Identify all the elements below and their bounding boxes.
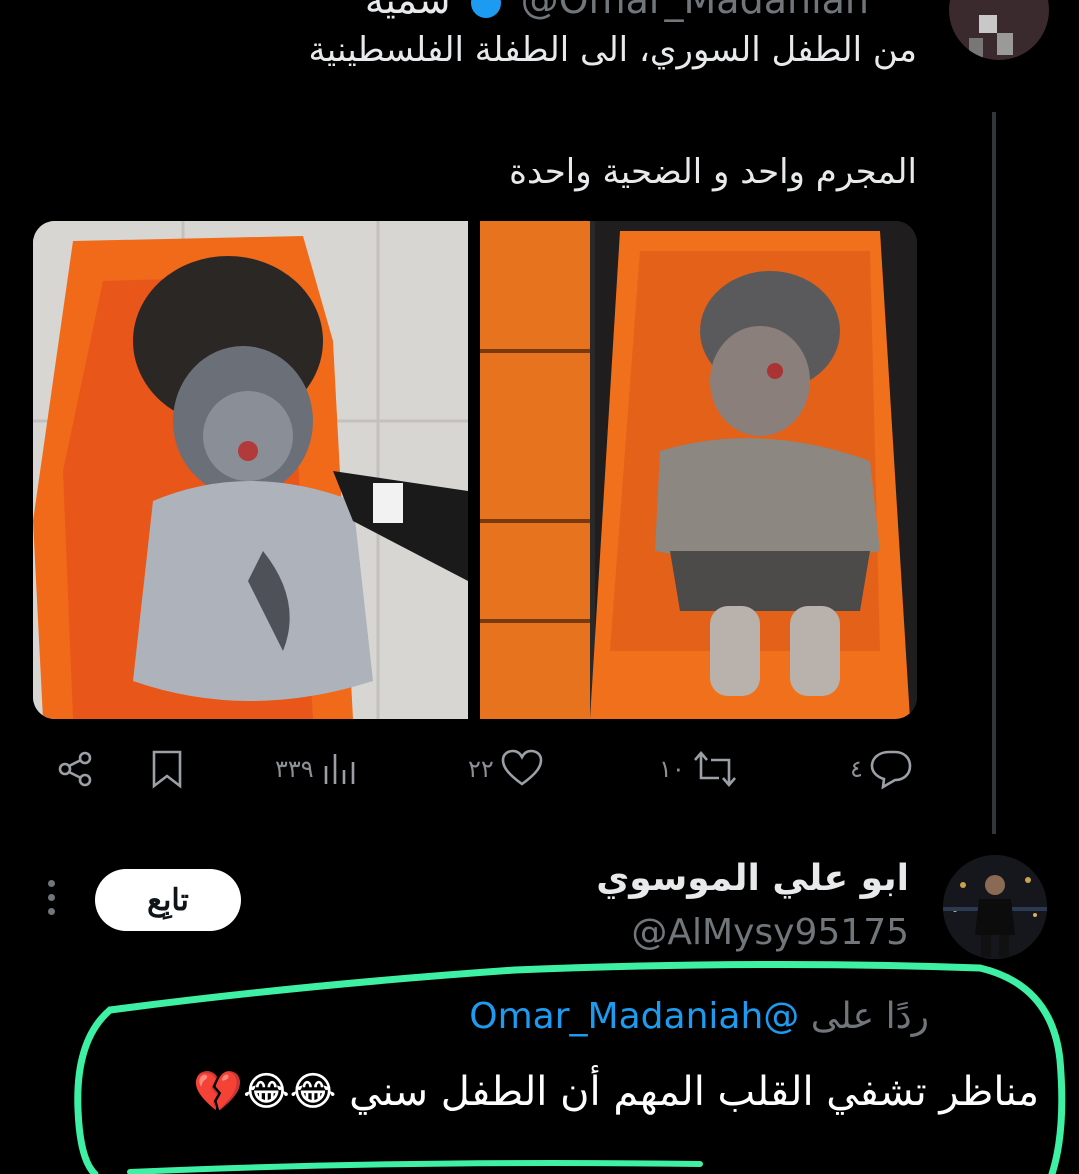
retweet-button[interactable]: ١٠ [659, 748, 739, 790]
heart-icon [501, 749, 543, 786]
original-author-handle[interactable]: @Omar_Madaniah [521, 0, 869, 22]
retweet-icon [693, 751, 736, 787]
views-button[interactable]: ٣٣٩ [275, 748, 360, 790]
views-chart-icon [324, 754, 354, 784]
share-icon [58, 751, 92, 787]
thread-connector-line [992, 112, 996, 834]
media-divider [468, 221, 480, 719]
view-count: ٣٣٩ [275, 755, 314, 783]
replying-to-mention[interactable]: @Omar_Madaniah [469, 996, 799, 1037]
reply-count: ٤ [850, 755, 863, 783]
bookmark-button[interactable] [149, 748, 185, 790]
like-button[interactable]: ٢٢ [468, 748, 544, 790]
tweet-action-bar: ٣٣٩ ٢٢ ١٠ ٤ [55, 748, 915, 800]
reply-author-avatar[interactable] [943, 855, 1047, 959]
replying-to-prefix: ردًا على [810, 996, 929, 1037]
tweet-text-line-2: المجرم واحد و الضحية واحدة [509, 152, 917, 192]
reply-text: مناظر تشفي القلب المهم أن الطفل سني 😂😂💔 [193, 1069, 1039, 1115]
retweet-count: ١٠ [659, 755, 685, 783]
share-button[interactable] [55, 748, 97, 790]
bookmark-icon [152, 750, 182, 789]
like-count: ٢٢ [468, 755, 494, 783]
injured-child-in-ambulance-seat-photo[interactable] [480, 221, 917, 719]
tweet-media-grid[interactable] [33, 221, 917, 719]
reply-bubble-icon [870, 750, 912, 790]
reply-author-handle[interactable]: @AlMysy95175 [631, 912, 909, 953]
original-tweet-header: سمية @Omar_Madaniah [365, 0, 869, 22]
original-author-name[interactable]: سمية [365, 0, 451, 22]
injured-child-on-stretcher-photo[interactable] [33, 221, 468, 719]
more-options-icon[interactable] [46, 880, 58, 920]
tweet-text-line-1: من الطفل السوري، الى الطفلة الفلسطينية [308, 30, 918, 70]
reply-author-name[interactable]: ابو علي الموسوي [596, 858, 909, 899]
replying-to-line: ردًا على @Omar_Madaniah [469, 996, 929, 1037]
follow-button[interactable]: تابِع [95, 869, 241, 931]
verified-badge-icon [470, 0, 501, 18]
original-author-avatar[interactable] [949, 0, 1049, 60]
reply-button[interactable]: ٤ [850, 748, 913, 790]
